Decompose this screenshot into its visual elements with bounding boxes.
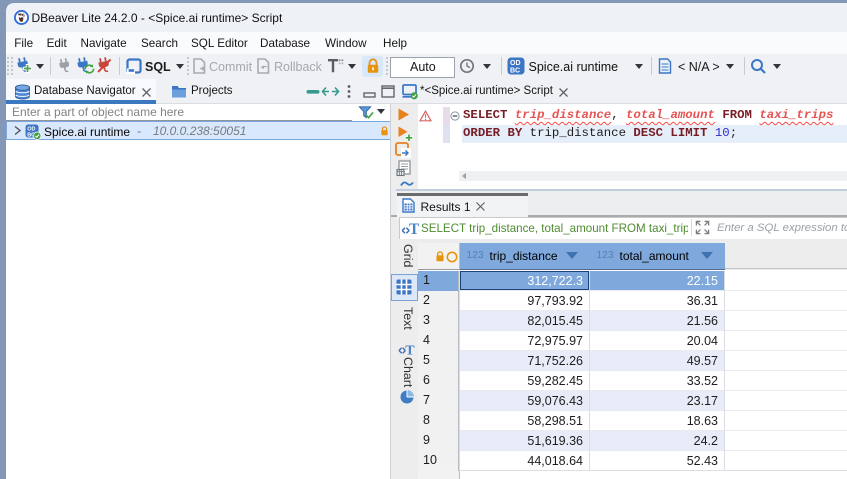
svg-text:BC: BC — [510, 68, 520, 75]
svg-text:OD: OD — [510, 60, 521, 67]
svg-text:T: T — [409, 221, 419, 236]
svg-text:T: T — [405, 344, 415, 358]
